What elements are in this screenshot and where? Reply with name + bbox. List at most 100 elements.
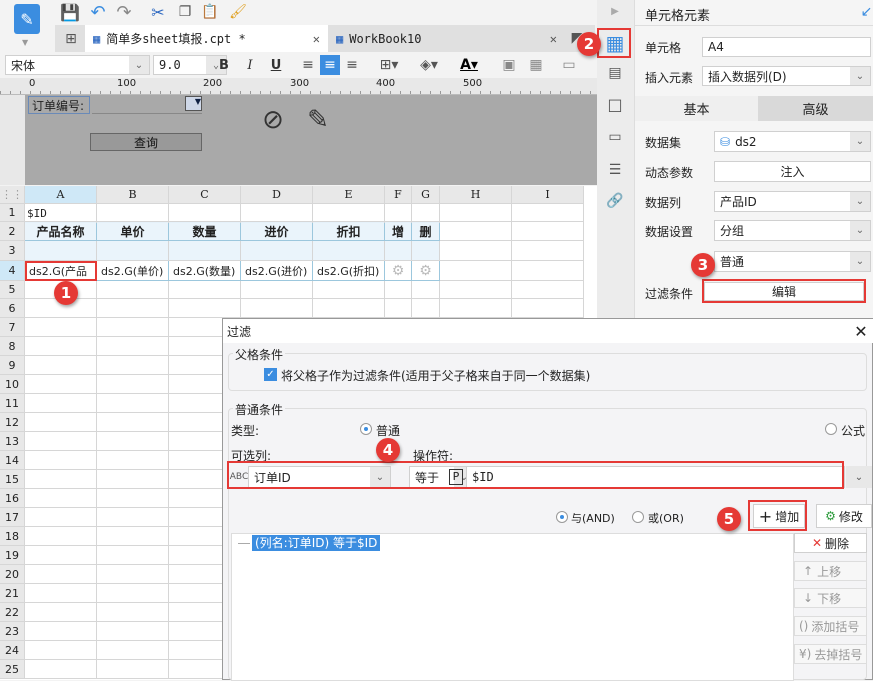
hyperlink-icon[interactable]: 🔗 bbox=[604, 191, 626, 211]
row-header[interactable]: 7 bbox=[0, 318, 25, 337]
cell[interactable] bbox=[25, 622, 97, 641]
cell[interactable] bbox=[512, 281, 584, 299]
row-header[interactable]: 9 bbox=[0, 356, 25, 375]
cell[interactable] bbox=[97, 337, 169, 356]
header-cell[interactable]: 单价 bbox=[97, 223, 169, 241]
cell[interactable] bbox=[25, 641, 97, 660]
row-header[interactable]: 20 bbox=[0, 565, 25, 584]
cell[interactable] bbox=[97, 318, 169, 337]
cell[interactable] bbox=[97, 241, 169, 261]
row-header[interactable]: 3 bbox=[0, 241, 25, 261]
bold-button[interactable]: B bbox=[216, 56, 232, 74]
cell[interactable] bbox=[440, 204, 512, 222]
column-header[interactable]: E bbox=[313, 186, 385, 204]
condition-attribute-icon[interactable]: ☰ bbox=[604, 160, 626, 180]
data-cell[interactable]: ds2.G(数量) bbox=[169, 261, 241, 281]
row-header[interactable]: 4 bbox=[0, 261, 25, 281]
cell[interactable] bbox=[25, 337, 97, 356]
cell[interactable] bbox=[512, 241, 584, 261]
cell[interactable] bbox=[440, 281, 512, 299]
row-header[interactable]: 24 bbox=[0, 641, 25, 660]
edit-filter-button[interactable]: 编辑 bbox=[704, 282, 864, 301]
row-header[interactable]: 15 bbox=[0, 470, 25, 489]
cell[interactable] bbox=[25, 470, 97, 489]
cell[interactable] bbox=[241, 281, 313, 299]
cell[interactable] bbox=[97, 584, 169, 603]
column-header[interactable]: A bbox=[25, 186, 97, 204]
type-formula-radio[interactable] bbox=[825, 423, 837, 435]
close-icon[interactable]: ✕ bbox=[550, 32, 557, 46]
cell[interactable] bbox=[512, 204, 584, 222]
widget-setting-icon[interactable]: □ bbox=[604, 94, 626, 114]
logo-dropdown-icon[interactable]: ▼ bbox=[22, 38, 28, 47]
parent-checkbox[interactable]: ✓ bbox=[264, 368, 277, 381]
column-header[interactable]: D bbox=[241, 186, 313, 204]
cell[interactable] bbox=[169, 281, 241, 299]
tab-workbook10[interactable]: ▦ WorkBook10 ✕ bbox=[328, 25, 565, 52]
move-down-button[interactable]: ↓ 下移 bbox=[794, 588, 867, 608]
and-radio[interactable] bbox=[556, 511, 568, 523]
gear-icon[interactable]: ⚙ bbox=[385, 261, 412, 281]
row-header[interactable]: 16 bbox=[0, 489, 25, 508]
paste-icon[interactable]: 📋 bbox=[200, 2, 220, 22]
cell[interactable] bbox=[97, 489, 169, 508]
cell[interactable] bbox=[512, 261, 584, 281]
condition-list[interactable]: (列名:订单ID) 等于$ID bbox=[231, 533, 794, 681]
cell[interactable] bbox=[25, 565, 97, 584]
cell[interactable] bbox=[241, 299, 313, 318]
data-setting-select[interactable]: 分组 ⌄ bbox=[714, 220, 871, 241]
split-cells-icon[interactable]: ▦ bbox=[527, 55, 545, 75]
new-sheet-icon[interactable]: ⊞ bbox=[60, 28, 82, 50]
cell[interactable] bbox=[169, 241, 241, 261]
cell[interactable] bbox=[97, 375, 169, 394]
tab-cpt[interactable]: ▦ 简单多sheet填报.cpt * ✕ bbox=[85, 25, 328, 52]
cell[interactable] bbox=[25, 451, 97, 470]
cell[interactable] bbox=[97, 641, 169, 660]
undo-icon[interactable]: ↶ bbox=[88, 2, 108, 23]
cut-icon[interactable]: ✂ bbox=[148, 2, 168, 22]
cell[interactable] bbox=[25, 318, 97, 337]
dataset-select[interactable]: ⛁ ds2 ⌄ bbox=[714, 131, 871, 152]
row-header[interactable]: 8 bbox=[0, 337, 25, 356]
cell-element-icon[interactable]: ▦ bbox=[601, 30, 629, 56]
cell[interactable] bbox=[97, 527, 169, 546]
header-cell[interactable]: 删 bbox=[412, 223, 440, 241]
cell-attribute-icon[interactable]: ▤ bbox=[604, 63, 626, 83]
cell-input[interactable]: A4 bbox=[702, 37, 871, 57]
widget-box-icon[interactable]: ▭ bbox=[604, 127, 626, 147]
cell[interactable] bbox=[385, 281, 412, 299]
cell[interactable] bbox=[25, 375, 97, 394]
cell[interactable] bbox=[25, 660, 97, 679]
type-normal-radio[interactable] bbox=[360, 423, 372, 435]
cell[interactable] bbox=[97, 603, 169, 622]
cell[interactable] bbox=[169, 204, 241, 222]
cell[interactable] bbox=[25, 241, 97, 261]
expand-arrow-icon[interactable]: ↙ bbox=[860, 4, 873, 20]
cell[interactable] bbox=[97, 356, 169, 375]
cell[interactable] bbox=[440, 261, 512, 281]
row-header[interactable]: 17 bbox=[0, 508, 25, 527]
tab-basic[interactable]: 基本 bbox=[635, 96, 758, 121]
italic-button[interactable]: I bbox=[242, 56, 258, 74]
cell[interactable] bbox=[440, 299, 512, 318]
row-header[interactable]: 6 bbox=[0, 299, 25, 318]
cell[interactable] bbox=[313, 281, 385, 299]
or-radio[interactable] bbox=[632, 511, 644, 523]
column-header[interactable]: C bbox=[169, 186, 241, 204]
column-header[interactable]: F bbox=[385, 186, 412, 204]
pencil-icon[interactable]: ✎ bbox=[303, 105, 333, 135]
cell[interactable] bbox=[241, 241, 313, 261]
row-header[interactable]: 21 bbox=[0, 584, 25, 603]
group-mode-select[interactable]: 普通 ⌄ bbox=[714, 251, 871, 272]
row-header[interactable]: 22 bbox=[0, 603, 25, 622]
cell[interactable] bbox=[97, 470, 169, 489]
cell[interactable] bbox=[97, 204, 169, 222]
chevron-down-icon[interactable]: ⌄ bbox=[846, 466, 872, 488]
data-cell[interactable]: ds2.G(单价) bbox=[97, 261, 169, 281]
merge-cells-icon[interactable]: ▣ bbox=[500, 55, 518, 75]
cell[interactable] bbox=[385, 299, 412, 318]
row-header[interactable]: 11 bbox=[0, 394, 25, 413]
gear-icon[interactable]: ⚙ bbox=[412, 261, 440, 281]
font-select[interactable]: 宋体 ⌄ bbox=[5, 55, 150, 75]
cell[interactable] bbox=[97, 281, 169, 299]
